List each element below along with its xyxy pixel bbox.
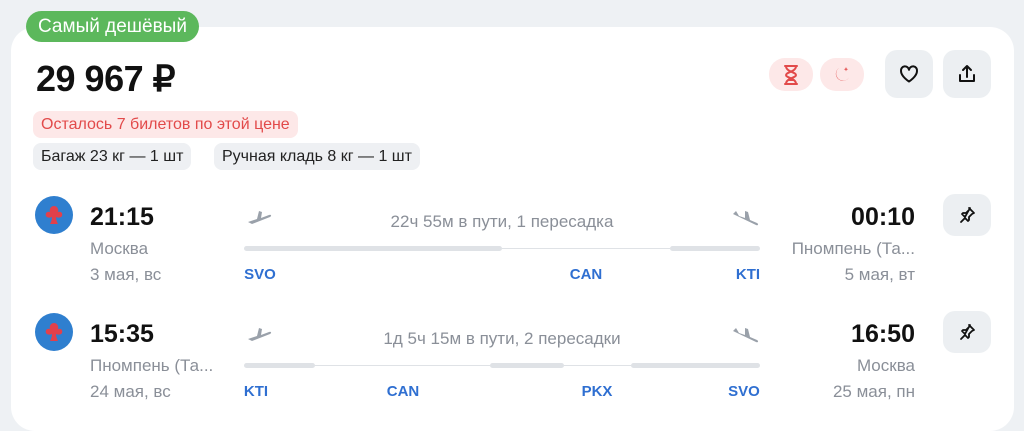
share-button[interactable] <box>943 50 991 98</box>
long-wait-chip[interactable] <box>769 58 813 91</box>
cheapest-badge: Самый дешёвый <box>26 11 199 42</box>
favorite-button[interactable] <box>885 50 933 98</box>
departure-date: 3 мая, вс <box>90 265 162 284</box>
airport-code: CAN <box>386 383 420 400</box>
pin-button[interactable] <box>943 311 991 353</box>
seats-left-warning: Осталось 7 билетов по этой цене <box>33 111 298 138</box>
takeoff-plane-icon <box>248 328 272 341</box>
arrival-date: 5 мая, вт <box>844 265 915 284</box>
arrival-city: Пномпень (Та... <box>791 239 915 258</box>
baggage-chip: Багаж 23 кг — 1 шт <box>33 143 192 170</box>
airport-code: KTI <box>243 383 269 400</box>
departure-time: 15:35 <box>90 320 154 348</box>
hourglass-icon <box>784 64 798 85</box>
pin-icon <box>960 207 975 223</box>
airline-logo <box>35 313 73 351</box>
pin-button[interactable] <box>943 194 991 236</box>
landing-plane-icon <box>733 211 759 226</box>
route-segment <box>631 363 760 368</box>
departure-city: Пномпень (Та... <box>90 356 214 375</box>
arrival-time: 00:10 <box>851 203 915 231</box>
layover-line <box>315 365 490 366</box>
arrival-city: Москва <box>856 356 915 375</box>
landing-plane-icon <box>733 328 759 343</box>
airport-code: KTI <box>735 266 761 283</box>
layover-line <box>502 248 670 249</box>
airport-code: SVO <box>728 383 760 400</box>
route-segment <box>670 246 760 251</box>
route-segment <box>490 363 564 368</box>
departure-city: Москва <box>90 239 149 258</box>
night-flight-chip[interactable] <box>820 58 864 91</box>
route-segment <box>244 246 502 251</box>
airline-logo <box>35 196 73 234</box>
departure-date: 24 мая, вс <box>90 382 171 401</box>
airport-code: PKX <box>581 383 613 400</box>
layover-line <box>564 365 631 366</box>
moon-icon <box>835 66 849 81</box>
flight-duration: 22ч 55м в пути, 1 пересадка <box>390 212 614 231</box>
heart-icon <box>899 65 919 83</box>
airport-code: SVO <box>244 266 276 283</box>
ticket-price: 29 967 ₽ <box>36 58 176 99</box>
arrival-date: 25 мая, пн <box>832 382 915 401</box>
flight-duration: 1д 5ч 15м в пути, 2 пересадки <box>383 329 621 348</box>
share-icon <box>959 65 975 82</box>
takeoff-plane-icon <box>248 211 272 224</box>
hand-luggage-chip: Ручная кладь 8 кг — 1 шт <box>214 143 420 170</box>
route-segment <box>244 363 315 368</box>
departure-time: 21:15 <box>90 203 154 231</box>
airport-code: CAN <box>569 266 603 283</box>
pin-icon <box>960 324 975 340</box>
arrival-time: 16:50 <box>851 320 915 348</box>
